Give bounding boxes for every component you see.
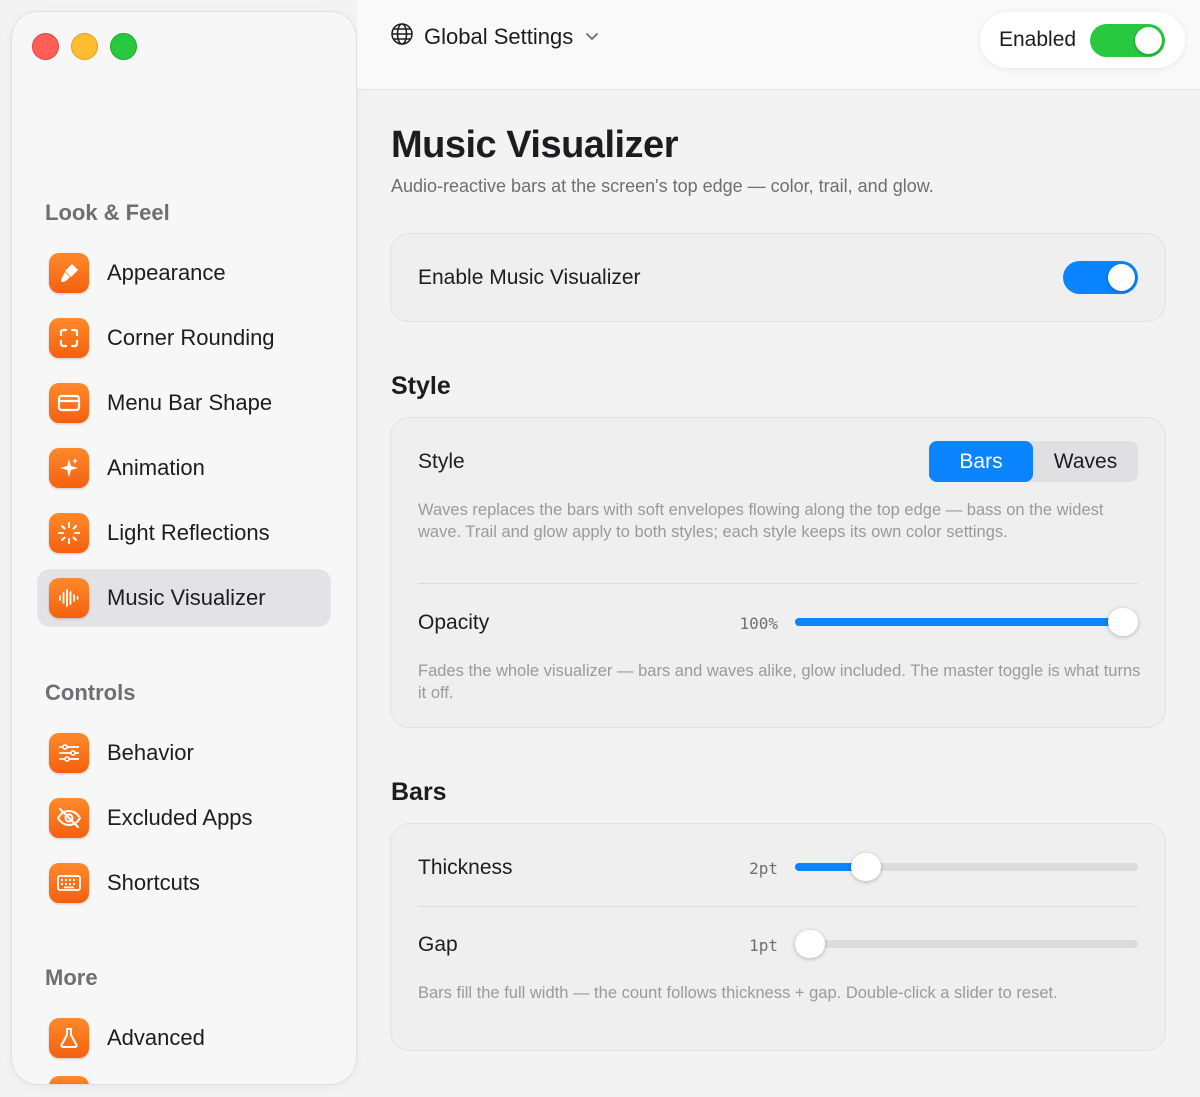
sidebar: Look & Feel Appearance Corner Rounding M… <box>12 12 356 1084</box>
flask-icon <box>49 1018 89 1058</box>
sparkle-icon <box>49 448 89 488</box>
sidebar-item-animation[interactable]: Animation <box>38 440 330 496</box>
enable-card: Enable Music Visualizer <box>391 234 1165 321</box>
sidebar-item-label: Advanced <box>107 1025 205 1050</box>
paintbrush-icon <box>49 253 89 293</box>
chevron-down-icon <box>585 28 599 46</box>
close-window-button[interactable] <box>32 33 59 60</box>
style-option-waves[interactable]: Waves <box>1033 441 1138 482</box>
scope-dropdown[interactable]: Global Settings <box>390 22 599 51</box>
sliders-icon <box>49 733 89 773</box>
sidebar-item-music-visualizer[interactable]: Music Visualizer <box>38 570 330 626</box>
enabled-control: Enabled <box>980 12 1185 68</box>
toolbar: Global Settings Enabled <box>357 0 1200 90</box>
sidebar-item-menu-bar-shape[interactable]: Menu Bar Shape <box>38 375 330 431</box>
sidebar-item-label: Shortcuts <box>107 870 200 895</box>
opacity-help-text: Fades the whole visualizer — bars and wa… <box>418 662 1141 702</box>
bars-card: Thickness 2pt Gap 1pt Bars fill the full… <box>391 824 1165 1050</box>
waveform-icon <box>49 578 89 618</box>
enabled-toggle[interactable] <box>1090 23 1166 57</box>
sidebar-item-label: Behavior <box>107 740 194 765</box>
style-section-title: Style <box>391 372 451 400</box>
sidebar-item-label: Music Visualizer <box>107 585 266 610</box>
opacity-label: Opacity <box>418 611 490 634</box>
sidebar-section-look-feel: Look & Feel <box>45 200 170 225</box>
page-subtitle: Audio-reactive bars at the screen's top … <box>391 176 934 196</box>
divider <box>418 906 1138 907</box>
window-icon <box>49 383 89 423</box>
sidebar-item-advanced[interactable]: Advanced <box>38 1010 330 1066</box>
globe-icon <box>390 22 414 51</box>
style-card: Style Bars Waves Waves replaces the bars… <box>391 418 1165 727</box>
sidebar-item-label: Corner Rounding <box>107 325 275 350</box>
gap-slider-thumb[interactable] <box>795 930 825 958</box>
eye-slash-icon <box>49 798 89 838</box>
gap-slider[interactable] <box>795 930 1138 958</box>
sidebar-item-label: Menu Bar Shape <box>107 390 273 415</box>
minimize-window-button[interactable] <box>71 33 98 60</box>
partial-nav-icon <box>49 1076 89 1084</box>
sidebar-section-more: More <box>45 965 98 990</box>
sidebar-item-appearance[interactable]: Appearance <box>38 245 330 301</box>
thickness-slider-thumb[interactable] <box>851 853 882 881</box>
sun-rays-icon <box>49 513 89 553</box>
zoom-window-button[interactable] <box>110 33 137 60</box>
sidebar-section-controls: Controls <box>45 680 136 705</box>
keyboard-icon <box>49 863 89 903</box>
enabled-label: Enabled <box>999 28 1077 51</box>
scope-label: Global Settings <box>424 23 574 49</box>
sidebar-item-shortcuts[interactable]: Shortcuts <box>38 855 330 911</box>
page-title: Music Visualizer <box>391 124 678 166</box>
corners-icon <box>49 318 89 358</box>
enable-visualizer-toggle[interactable] <box>1063 261 1138 294</box>
divider <box>418 583 1138 584</box>
bars-section-title: Bars <box>391 778 447 806</box>
opacity-slider[interactable] <box>795 608 1138 636</box>
sidebar-item-behavior[interactable]: Behavior <box>38 725 330 781</box>
sidebar-item-label: Excluded Apps <box>107 805 253 830</box>
thickness-slider[interactable] <box>795 853 1138 881</box>
style-option-bars[interactable]: Bars <box>929 441 1033 482</box>
sidebar-item-label: Appearance <box>107 260 226 285</box>
sidebar-item-corner-rounding[interactable]: Corner Rounding <box>38 310 330 366</box>
opacity-value: 100% <box>739 614 778 633</box>
bars-help-text: Bars fill the full width — the count fol… <box>418 984 1058 1002</box>
sidebar-item-label: Animation <box>107 455 205 480</box>
gap-label: Gap <box>418 933 458 956</box>
thickness-label: Thickness <box>418 856 513 879</box>
gap-value: 1pt <box>749 936 778 955</box>
style-help-text: Waves replaces the bars with soft envelo… <box>418 501 1104 541</box>
sidebar-item-label: Light Reflections <box>107 520 270 545</box>
thickness-value: 2pt <box>749 859 778 878</box>
style-segmented-control: Bars Waves <box>929 441 1138 482</box>
opacity-slider-thumb[interactable] <box>1108 608 1138 636</box>
enable-visualizer-label: Enable Music Visualizer <box>418 266 641 289</box>
sidebar-item-light-reflections[interactable]: Light Reflections <box>38 505 330 561</box>
style-label: Style <box>418 450 465 473</box>
sidebar-item-excluded-apps[interactable]: Excluded Apps <box>38 790 330 846</box>
